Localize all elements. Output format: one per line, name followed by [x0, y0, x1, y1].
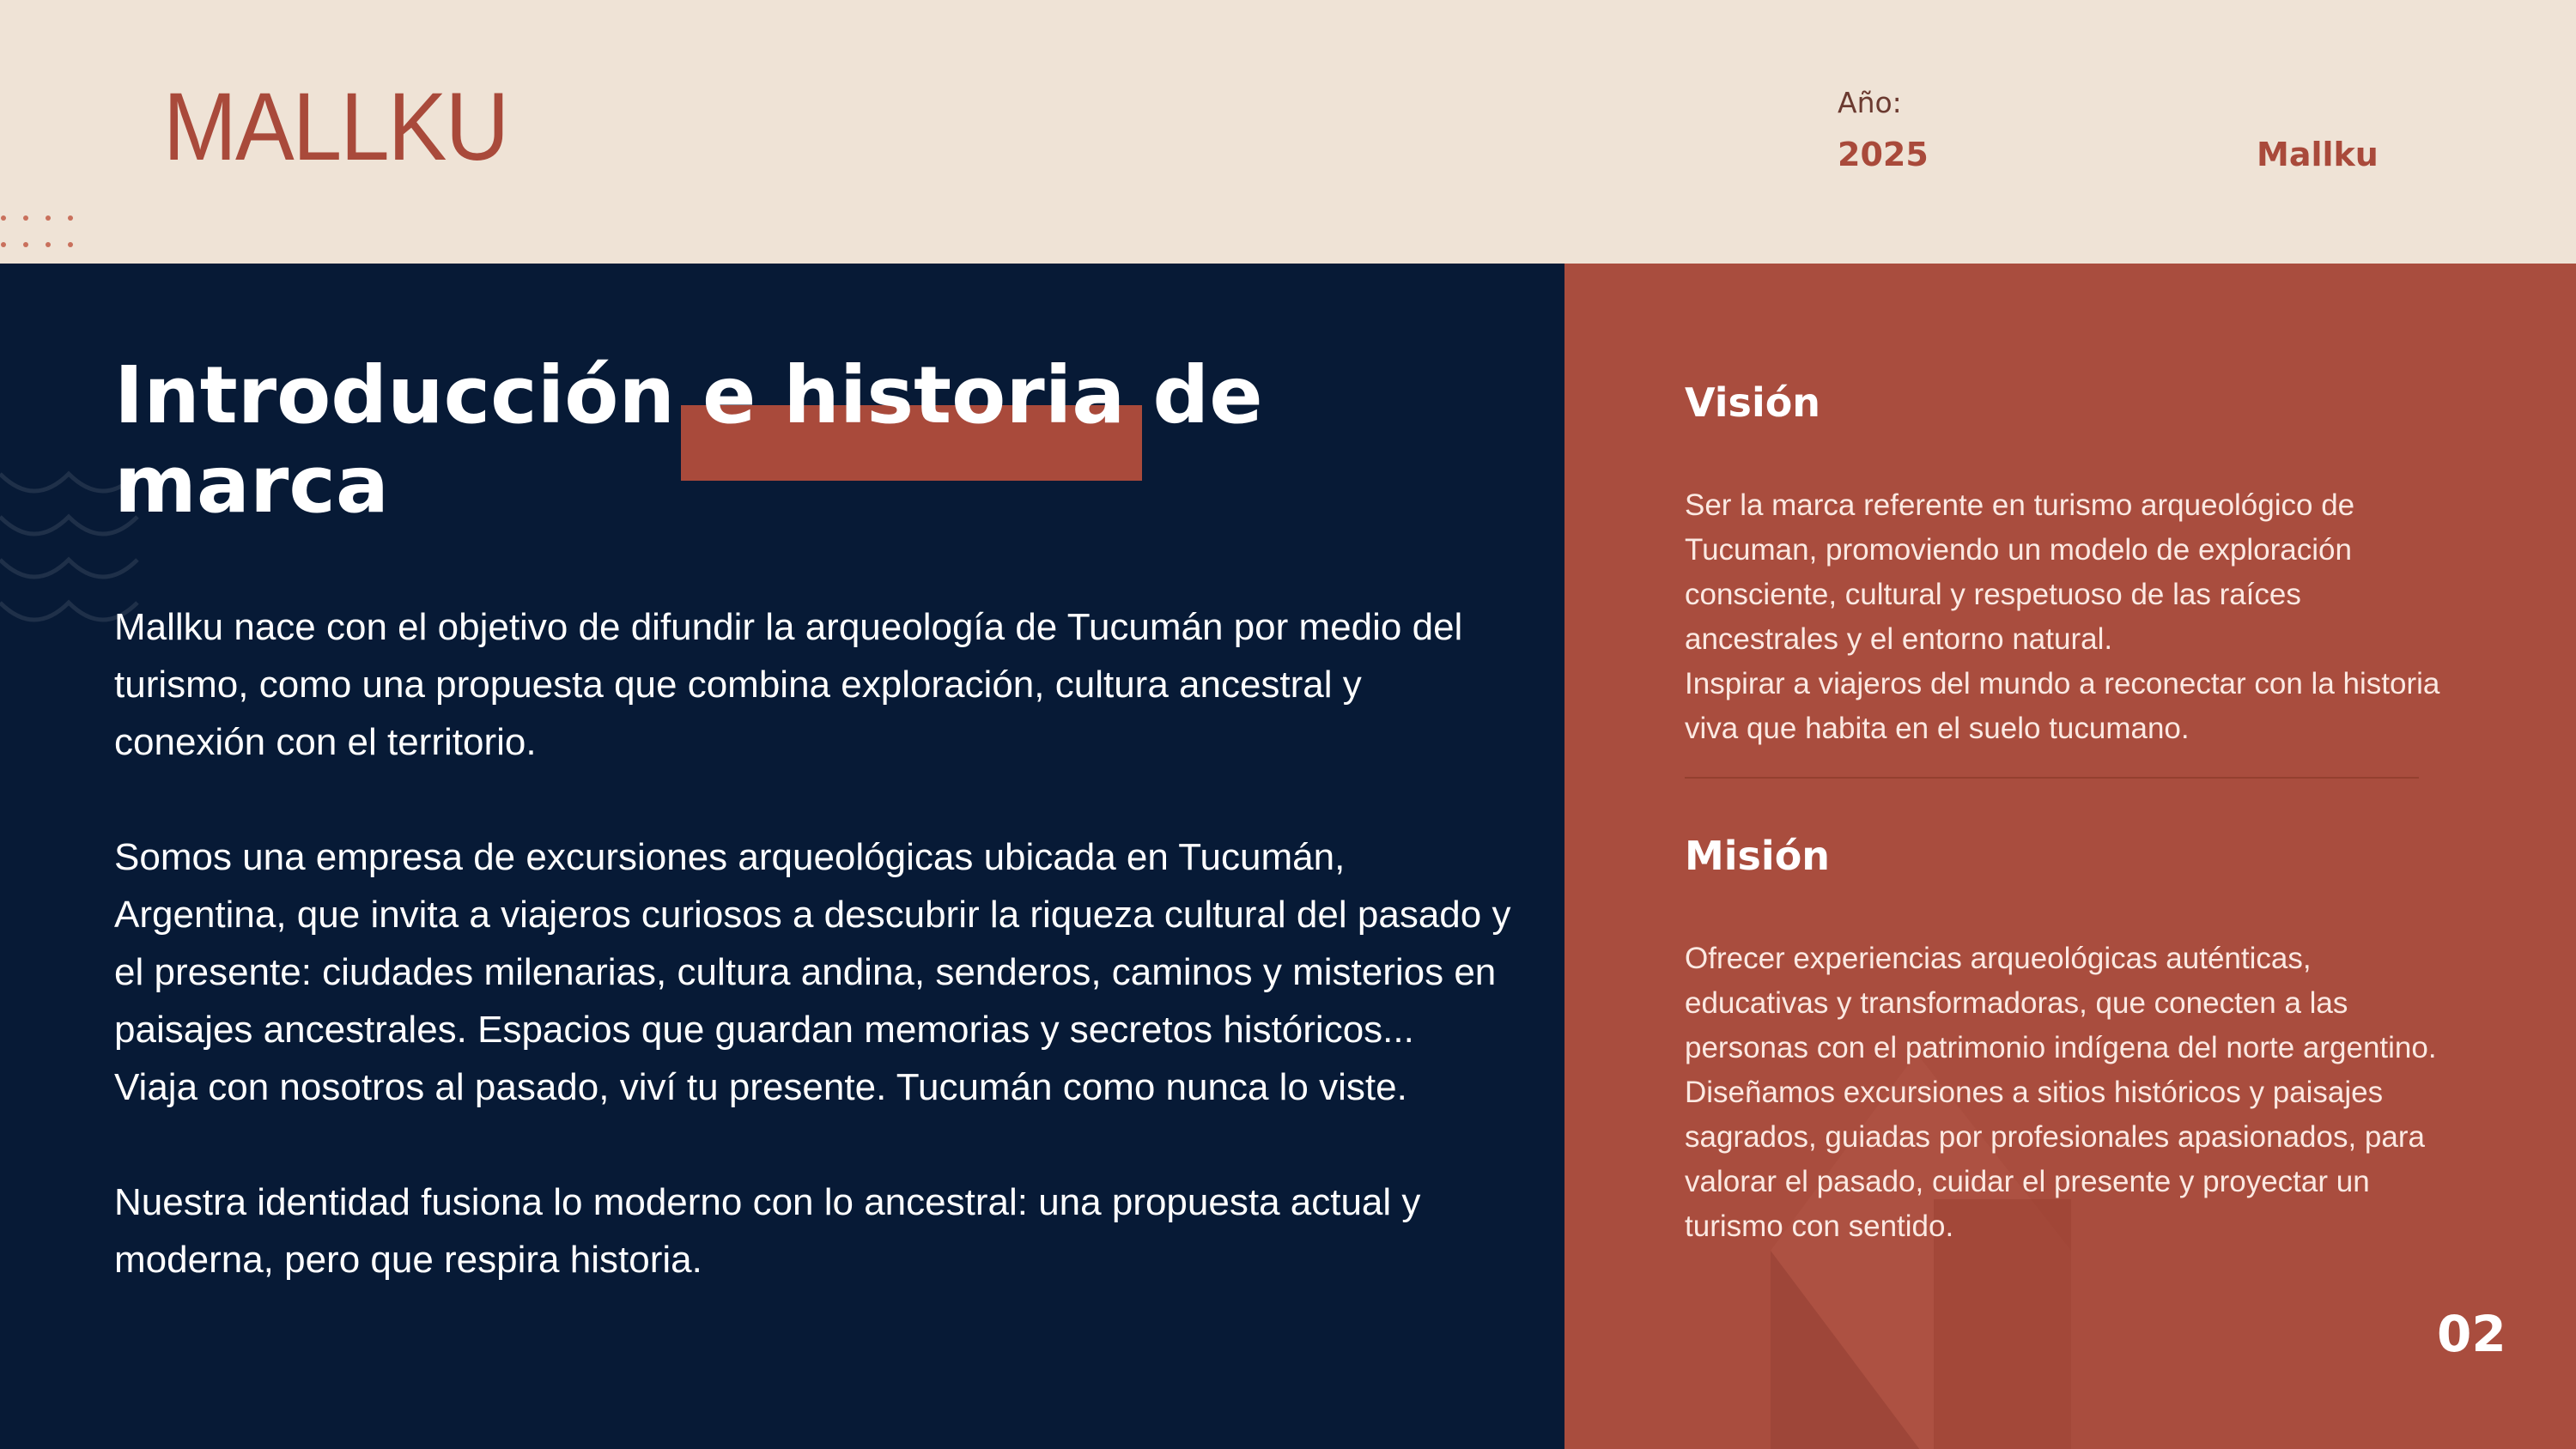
vision-text: Ser la marca referente en turismo arqueo… [1685, 483, 2458, 751]
vision-paragraph: Ser la marca referente en turismo arqueo… [1685, 488, 2355, 656]
page-number: 02 [2437, 1305, 2506, 1363]
mission-title: Misión [1685, 833, 1831, 879]
intro-paragraph: Mallku nace con el objetivo de difundir … [114, 606, 1463, 763]
header-bar: MALLKU Año: 2025 Mallku [0, 0, 2576, 264]
intro-text: Mallku nace con el objetivo de difundir … [114, 598, 1522, 1288]
page-title: Introducción e historia de marca [114, 349, 1263, 530]
brand-name: Mallku [2257, 136, 2379, 173]
brand-logo: MALLKU [163, 73, 509, 180]
vision-mission-panel: Visión Ser la marca referente en turismo… [1564, 264, 2576, 1449]
vision-title: Visión [1685, 379, 1821, 426]
year-label: Año: [1838, 86, 1902, 119]
vision-paragraph: Inspirar a viajeros del mundo a reconect… [1685, 667, 2440, 745]
intro-panel: Introducción e historia de marca Mallku … [0, 264, 1564, 1449]
mission-paragraph: Diseñamos excursiones a sitios histórico… [1685, 1076, 2425, 1243]
intro-paragraph: Nuestra identidad fusiona lo moderno con… [114, 1181, 1421, 1281]
intro-paragraph: Viaja con nosotros al pasado, viví tu pr… [114, 1066, 1407, 1108]
intro-paragraph: Somos una empresa de excursiones arqueol… [114, 836, 1511, 1051]
section-divider [1685, 777, 2419, 779]
mission-paragraph: Ofrecer experiencias arqueológicas autén… [1685, 942, 2437, 1064]
year-value: 2025 [1838, 136, 1929, 173]
mission-text: Ofrecer experiencias arqueológicas autén… [1685, 937, 2458, 1249]
